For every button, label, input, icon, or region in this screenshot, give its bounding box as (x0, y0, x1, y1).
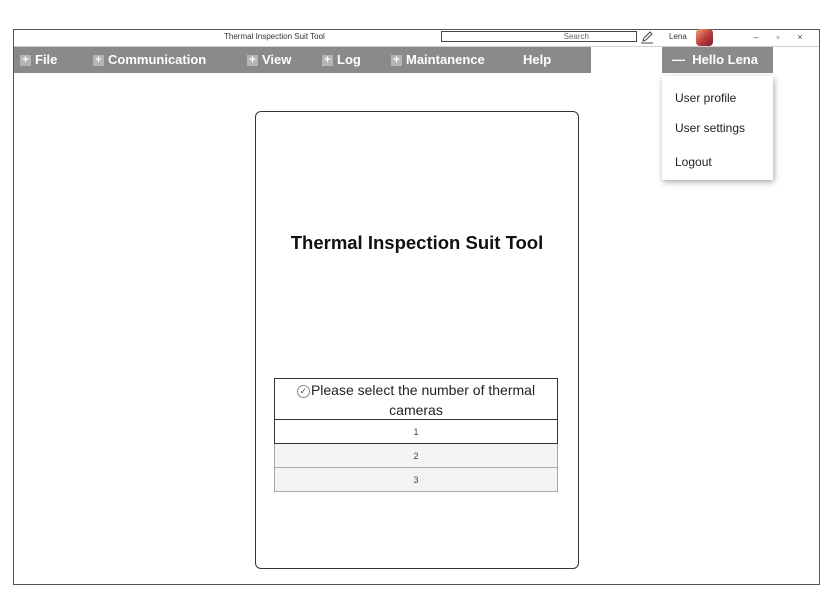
user-settings-item[interactable]: User settings (675, 121, 745, 135)
search-input[interactable]: Search (441, 31, 637, 42)
plus-icon: + (247, 54, 258, 66)
plus-icon: + (93, 54, 104, 66)
menu-maintanence-label: Maintanence (406, 52, 485, 67)
main-card: Thermal Inspection Suit Tool ✓ Please sel… (255, 111, 579, 569)
plus-icon: + (391, 54, 402, 66)
minimize-button[interactable]: – (749, 31, 763, 43)
avatar[interactable] (696, 29, 713, 46)
minus-icon: — (672, 52, 685, 67)
user-profile-item[interactable]: User profile (675, 91, 736, 105)
username-label: Lena (669, 32, 687, 41)
menu-communication-label: Communication (108, 52, 207, 67)
menu-bar: + File + Communication + View + Log + Maintan… (14, 47, 591, 73)
menu-file-label: File (35, 52, 58, 67)
card-title: Thermal Inspection Suit Tool (290, 232, 544, 253)
user-menu-toggle[interactable]: — Hello Lena (662, 47, 773, 73)
menu-help[interactable]: Help (523, 47, 551, 73)
menu-communication[interactable]: + Communication (93, 47, 206, 73)
user-menu-label: Hello Lena (692, 52, 758, 67)
menu-view-label: View (262, 52, 292, 67)
menu-log[interactable]: + Log (322, 47, 361, 73)
menu-log-label: Log (337, 52, 361, 67)
camera-count-selector: ✓ Please select the number of thermal cam… (274, 378, 558, 492)
user-dropdown: User profile User settings Logout (662, 76, 773, 180)
plus-icon: + (20, 54, 31, 66)
window-title: Thermal Inspection Suit Tool (224, 32, 325, 41)
menu-help-label: Help (523, 52, 552, 67)
plus-icon: + (322, 54, 333, 66)
close-button[interactable]: × (793, 31, 807, 43)
menu-view[interactable]: + View (247, 47, 291, 73)
app-window: Thermal Inspection Suit Tool Search Lena… (13, 29, 820, 585)
camera-option-1[interactable]: 1 (274, 420, 558, 444)
pencil-icon[interactable] (640, 30, 654, 44)
camera-option-2[interactable]: 2 (274, 444, 558, 468)
selector-header: ✓ Please select the number of thermal cam… (274, 378, 558, 420)
menu-maintanence[interactable]: + Maintanence (391, 47, 485, 73)
menu-file[interactable]: + File (20, 47, 57, 73)
camera-option-3[interactable]: 3 (274, 468, 558, 492)
restore-button[interactable]: ▫ (771, 31, 785, 43)
selector-prompt: Please select the number of thermal came… (310, 382, 536, 418)
check-icon: ✓ (296, 384, 310, 398)
title-bar: Thermal Inspection Suit Tool Search Lena… (14, 29, 819, 47)
logout-item[interactable]: Logout (675, 155, 712, 169)
